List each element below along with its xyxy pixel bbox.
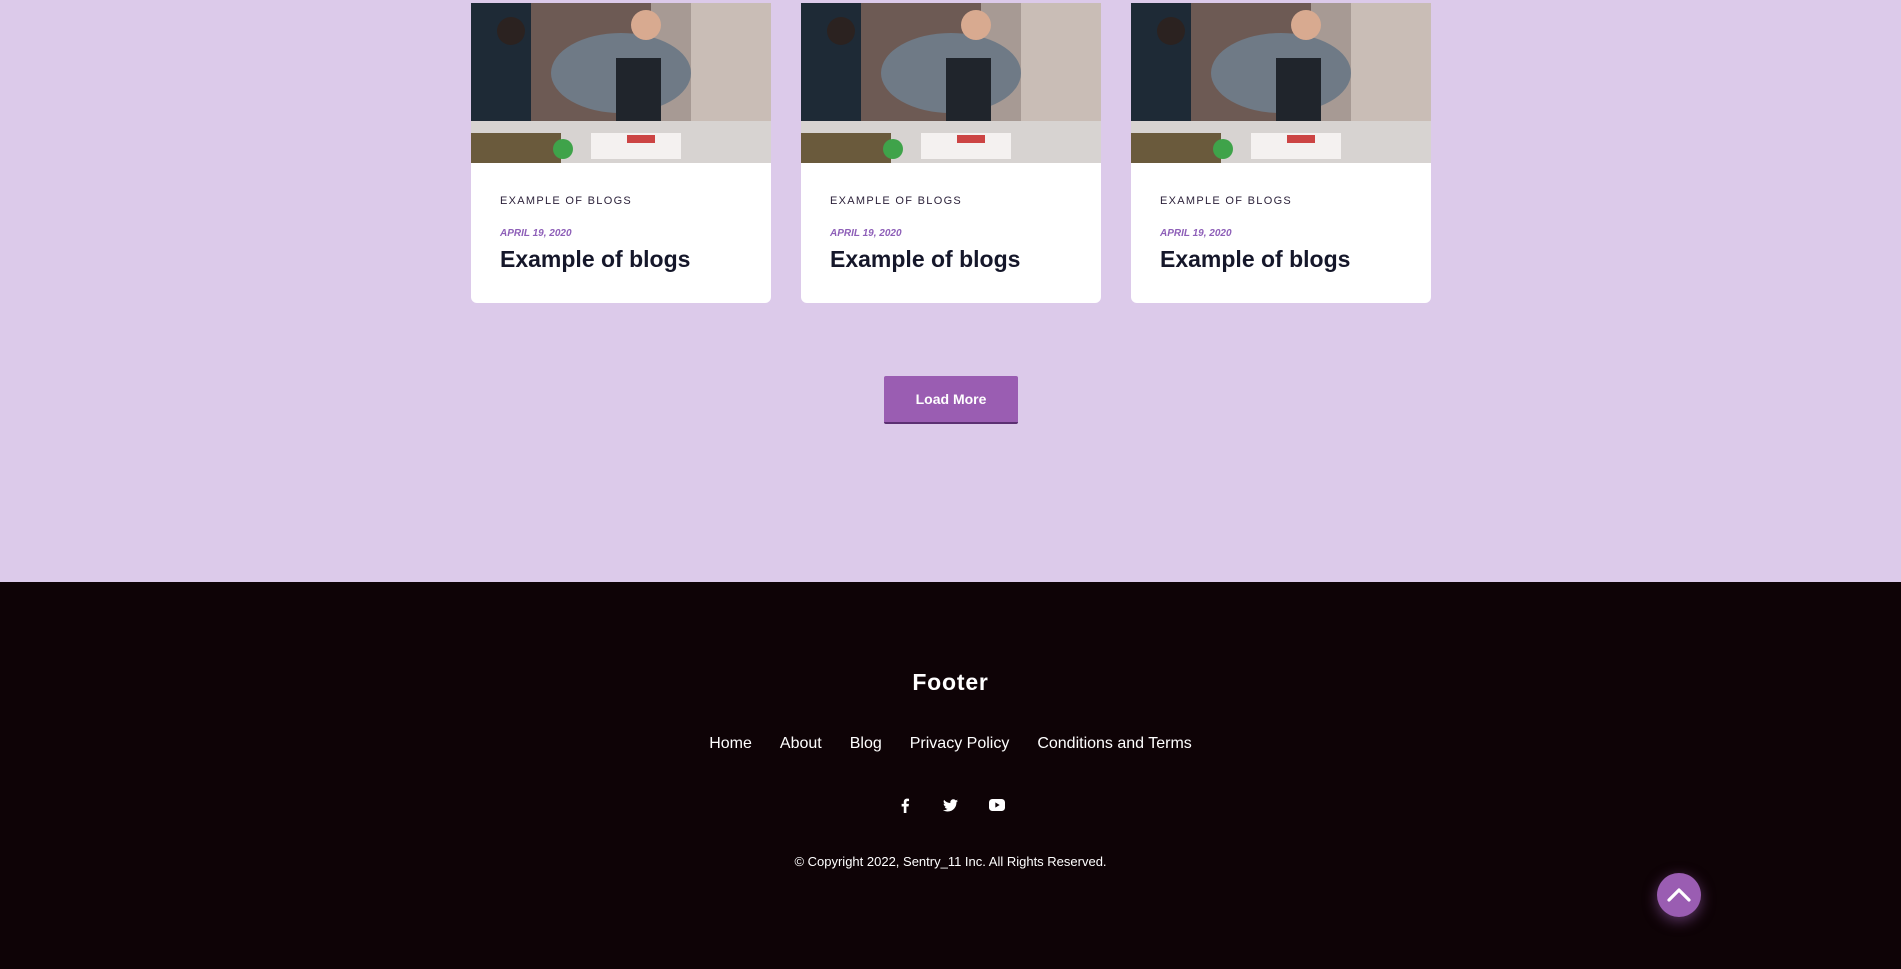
blog-card-title[interactable]: Example of blogs [830, 246, 1020, 273]
blog-card-title[interactable]: Example of blogs [500, 246, 690, 273]
blog-card-date: APRIL 19, 2020 [500, 228, 572, 239]
blog-card[interactable]: EXAMPLE OF BLOGS APRIL 19, 2020 Example … [1131, 3, 1431, 303]
blog-card-category: EXAMPLE OF BLOGS [1160, 195, 1293, 207]
blog-card-date: APRIL 19, 2020 [830, 228, 902, 239]
blog-card-image [1131, 3, 1431, 163]
blog-card-image [471, 3, 771, 163]
blog-card-grid: EXAMPLE OF BLOGS APRIL 19, 2020 Example … [471, 3, 1431, 303]
blog-card-title[interactable]: Example of blogs [1160, 246, 1350, 273]
social-links [0, 797, 1901, 813]
blog-card[interactable]: EXAMPLE OF BLOGS APRIL 19, 2020 Example … [801, 3, 1101, 303]
blog-card-category: EXAMPLE OF BLOGS [500, 195, 633, 207]
copyright-text: © Copyright 2022, Sentry_11 Inc. All Rig… [794, 854, 1107, 869]
back-to-top-button[interactable] [1657, 873, 1701, 917]
load-more-button[interactable]: Load More [884, 376, 1018, 424]
footer-link-home[interactable]: Home [709, 735, 752, 753]
footer-nav: Home About Blog Privacy Policy Condition… [0, 735, 1901, 753]
blog-card-date: APRIL 19, 2020 [1160, 228, 1232, 239]
blog-card[interactable]: EXAMPLE OF BLOGS APRIL 19, 2020 Example … [471, 3, 771, 303]
chevron-up-icon [1667, 888, 1691, 902]
footer-title: Footer [912, 669, 989, 695]
footer-link-blog[interactable]: Blog [850, 735, 882, 753]
footer-link-privacy-policy[interactable]: Privacy Policy [910, 735, 1010, 753]
blog-card-image [801, 3, 1101, 163]
facebook-icon[interactable] [897, 797, 913, 813]
footer-link-about[interactable]: About [780, 735, 822, 753]
twitter-icon[interactable] [943, 797, 959, 813]
blog-section: EXAMPLE OF BLOGS APRIL 19, 2020 Example … [0, 0, 1901, 582]
site-footer: Footer Home About Blog Privacy Policy Co… [0, 582, 1901, 969]
footer-link-conditions-and-terms[interactable]: Conditions and Terms [1037, 735, 1191, 753]
blog-card-category: EXAMPLE OF BLOGS [830, 195, 963, 207]
youtube-icon[interactable] [988, 797, 1005, 813]
